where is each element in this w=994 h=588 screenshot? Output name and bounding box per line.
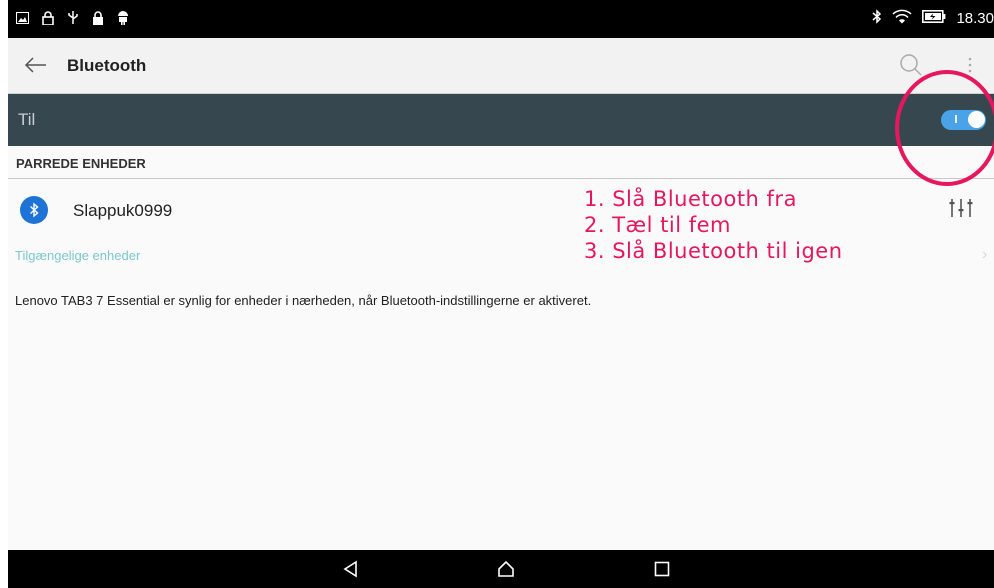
arrow-left-icon[interactable] [22,52,48,78]
system-status-icons: 18.30 [872,9,994,28]
app-toolbar: Bluetooth [8,38,994,94]
recents-square-icon[interactable] [654,561,670,577]
chevron-right-icon: › [982,246,988,263]
battery-charging-icon [922,10,946,27]
instruction-step: 2. Tæl til fem [584,213,732,237]
home-icon[interactable] [497,560,515,578]
bluetooth-icon [20,196,48,224]
highlight-circle [895,70,994,186]
clock: 18.30 [956,10,994,27]
wifi-icon [892,9,912,28]
available-devices-label[interactable]: Tilgængelige enheder [15,248,140,263]
section-divider [8,178,994,179]
visibility-note: Lenovo TAB3 7 Essential er synlig for en… [15,293,592,308]
instruction-step: 3. Slå Bluetooth til igen [584,239,843,263]
back-triangle-icon[interactable] [342,560,360,578]
usb-icon [67,10,79,25]
bluetooth-master-switch-bar[interactable]: Til [8,94,994,146]
instruction-annotation: 1. Slå Bluetooth fra 2. Tæl til fem 3. S… [584,186,843,264]
paired-device-row[interactable]: Slappuk0999 [8,186,994,234]
navigation-bar [8,550,994,588]
android-icon [117,10,129,25]
paired-devices-header: PARREDE ENHEDER [16,156,146,171]
android-screen: 18.30 Bluetooth Til PARREDE ENHEDER Slap… [8,0,994,588]
page-title: Bluetooth [67,56,147,75]
instruction-step: 1. Slå Bluetooth fra [584,187,797,211]
bluetooth-icon [872,9,882,28]
lock-icon [42,10,54,25]
search-icon[interactable] [898,52,924,78]
image-icon [16,11,29,24]
status-bar: 18.30 [8,0,994,38]
master-switch-label: Til [18,110,36,129]
device-name: Slappuk0999 [73,201,173,220]
notification-icons [16,10,129,25]
equalizer-settings-icon[interactable] [948,195,974,221]
lock-icon [92,10,104,25]
